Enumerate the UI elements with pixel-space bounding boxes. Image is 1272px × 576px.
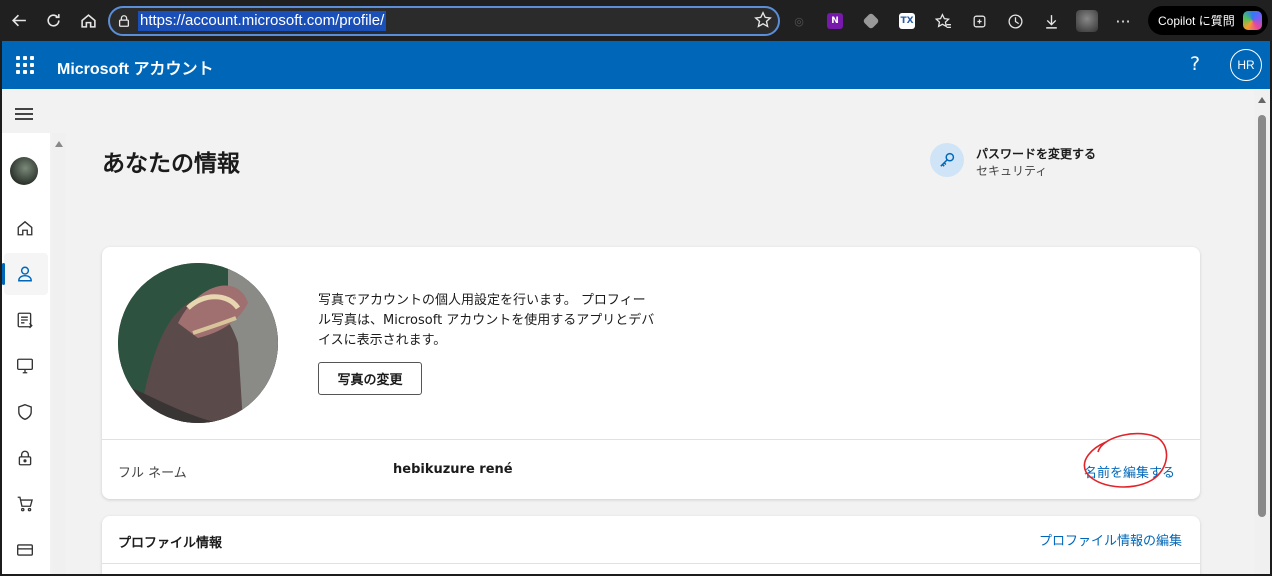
person-icon[interactable] [14, 263, 36, 285]
refresh-icon[interactable] [38, 5, 68, 35]
lock-icon[interactable] [14, 447, 36, 469]
more-icon[interactable]: ··· [1110, 8, 1136, 34]
help-icon[interactable]: ? [1190, 53, 1200, 75]
tracking-icon[interactable]: ◎ [786, 8, 812, 34]
downloads-icon[interactable] [1038, 8, 1064, 34]
lock-icon[interactable] [110, 14, 138, 28]
extension-diamond-icon[interactable] [858, 8, 884, 34]
page-scrollbar[interactable] [1254, 89, 1270, 574]
history-icon[interactable] [1002, 8, 1028, 34]
photo-description: 写真でアカウントの個人用設定を行います。 プロフィール写真は、Microsoft… [318, 293, 655, 348]
onenote-icon[interactable]: N [822, 8, 848, 34]
favorites-icon[interactable] [930, 8, 956, 34]
fullname-value: hebikuzure rené [393, 462, 513, 477]
page-content: あなたの情報 パスワードを変更する セキュリティ 写真でアカウントの個人用設定を… [2, 89, 1270, 574]
copilot-label: Copilot に質問 [1158, 14, 1235, 28]
subscriptions-icon[interactable] [14, 309, 36, 331]
change-photo-button[interactable]: 写真の変更 [318, 362, 422, 395]
profile-photo [118, 263, 278, 423]
edit-name-link[interactable]: 名前を編集する [1084, 462, 1175, 481]
change-password-subtitle: セキュリティ [976, 164, 1048, 178]
app-header: Microsoft アカウント ? HR [2, 41, 1270, 89]
browser-toolbar: https://account.microsoft.com/profile/ ◎… [0, 0, 1272, 41]
sidebar-scrollbar[interactable] [52, 133, 66, 574]
payment-card-icon[interactable] [14, 539, 36, 561]
card-divider [102, 563, 1200, 564]
back-icon[interactable] [4, 5, 34, 35]
collections-icon[interactable] [966, 8, 992, 34]
profile-info-title: プロファイル情報 [118, 536, 223, 551]
fullname-label: フル ネーム [118, 466, 187, 481]
card-divider [102, 439, 1200, 440]
profile-avatar-icon[interactable] [1074, 8, 1100, 34]
hamburger-menu-icon[interactable] [15, 108, 33, 123]
change-password-link[interactable]: パスワードを変更する セキュリティ [930, 141, 1130, 181]
cart-icon[interactable] [14, 493, 36, 515]
sidebar-active-indicator [2, 263, 5, 285]
shield-icon[interactable] [14, 401, 36, 423]
account-avatar[interactable]: HR [1230, 49, 1262, 81]
change-password-title[interactable]: パスワードを変更する [976, 145, 1096, 162]
extensions-area: ◎ N TX ··· [786, 6, 1136, 36]
sidebar [2, 133, 50, 574]
devices-icon[interactable] [14, 355, 36, 377]
profile-photo-card: 写真でアカウントの個人用設定を行います。 プロフィール写真は、Microsoft… [102, 247, 1200, 499]
key-icon [930, 143, 964, 177]
home-icon[interactable] [14, 217, 36, 239]
copilot-logo-icon [1243, 11, 1262, 30]
app-title[interactable]: Microsoft アカウント [57, 55, 213, 79]
edit-profile-info-link[interactable]: プロファイル情報の編集 [1039, 530, 1182, 549]
favorite-star-icon[interactable] [754, 11, 772, 33]
page-title: あなたの情報 [102, 151, 240, 177]
url-text[interactable]: https://account.microsoft.com/profile/ [138, 11, 387, 31]
home-icon[interactable] [73, 5, 103, 35]
copilot-button[interactable]: Copilot に質問 [1148, 6, 1268, 35]
profile-info-card: プロファイル情報 プロファイル情報の編集 [102, 516, 1200, 574]
address-bar[interactable]: https://account.microsoft.com/profile/ [108, 6, 780, 36]
translate-extension-icon[interactable]: TX [894, 8, 920, 34]
app-launcher-icon[interactable] [16, 56, 34, 74]
sidebar-avatar[interactable] [10, 157, 38, 185]
